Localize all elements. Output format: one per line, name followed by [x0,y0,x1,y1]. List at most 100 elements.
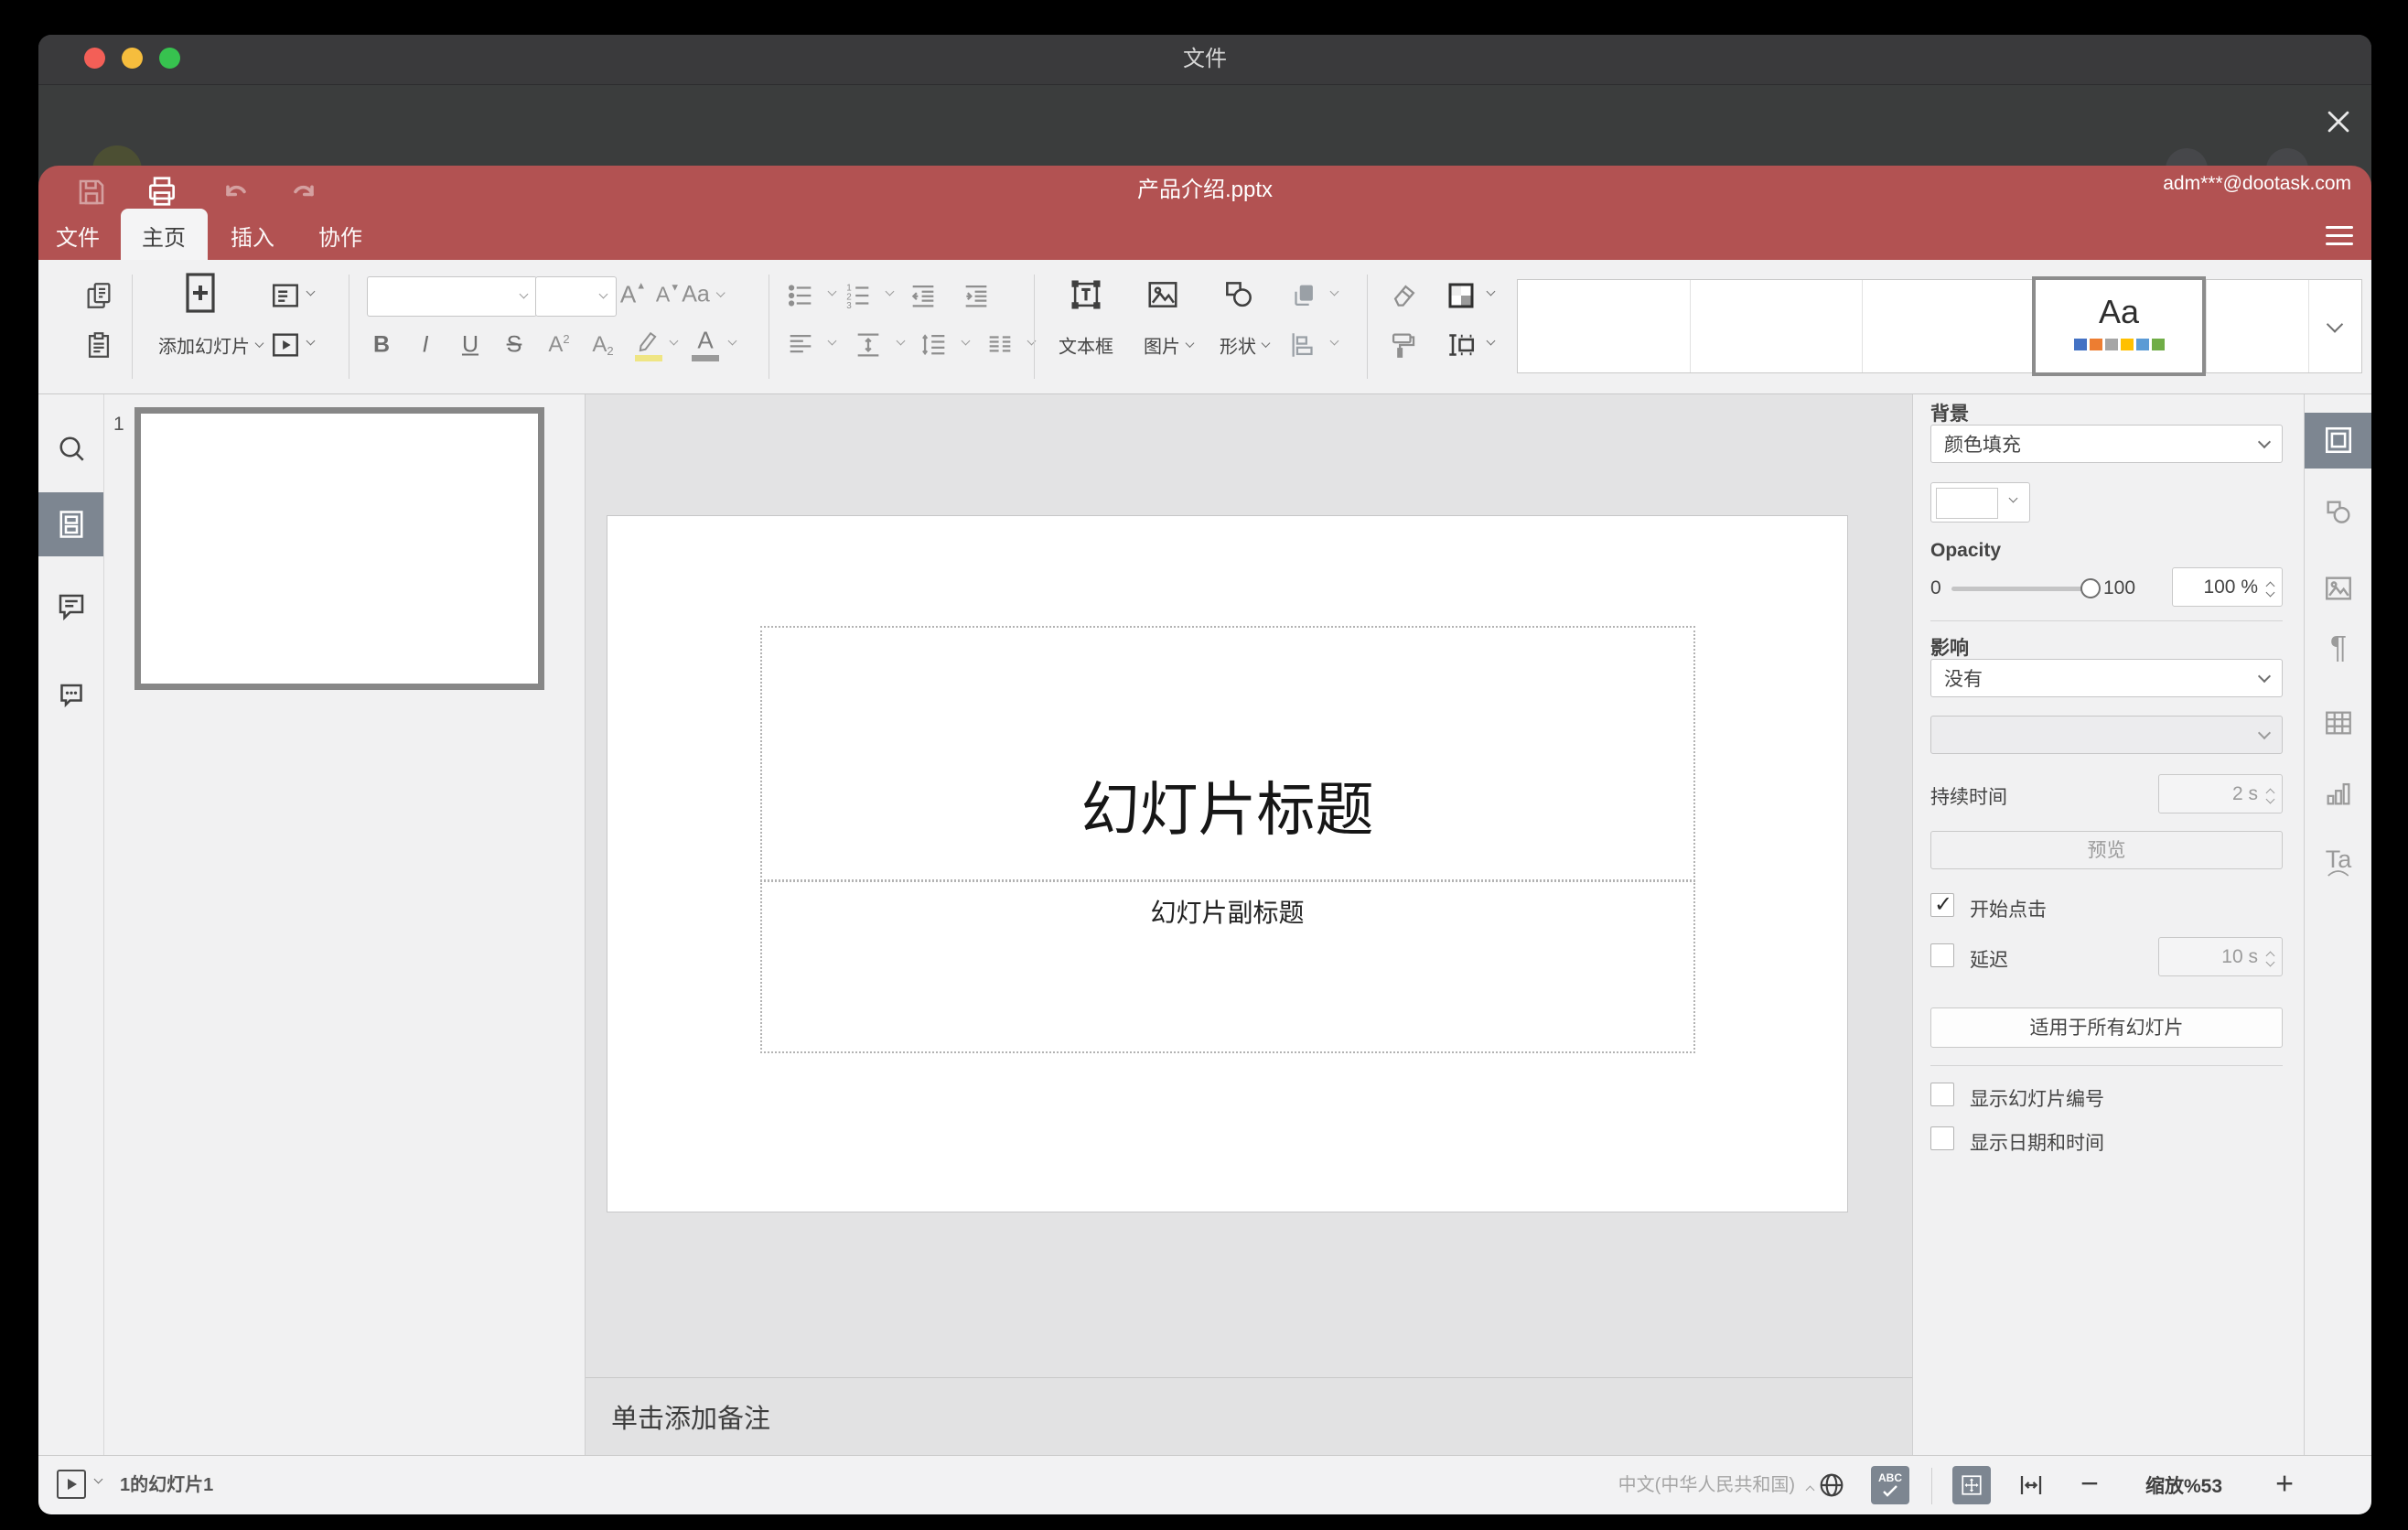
font-color-swatch [692,355,719,361]
increase-indent-icon[interactable] [961,280,992,311]
copy-icon[interactable] [83,280,114,311]
close-icon[interactable] [2323,106,2354,137]
background-label: 背景 [1930,404,1969,425]
tab-file[interactable]: 文件 [56,217,100,260]
shape-button[interactable]: 形状 [1220,332,1271,359]
chat-icon[interactable] [55,677,88,710]
font-name-select[interactable] [367,276,537,317]
show-slide-number-label: 显示幻灯片编号 [1970,1089,2104,1110]
language-button[interactable]: 中文(中华人民共和国) [1618,1456,1795,1514]
theme-option[interactable] [1862,280,2035,372]
macos-titlebar: 文件 [38,35,2371,85]
zoom-out-button[interactable]: − [2080,1467,2099,1503]
apply-to-all-slides-button[interactable]: 适用于所有幻灯片 [1930,1007,2283,1048]
copy-style-icon[interactable] [1387,329,1418,361]
slide-thumbnail[interactable] [134,407,544,690]
tab-insert[interactable]: 插入 [231,217,274,260]
start-slideshow-icon[interactable] [270,329,301,361]
fill-color-icon[interactable] [1445,279,1478,312]
bullet-list-icon[interactable] [785,280,816,311]
table-settings-icon[interactable] [2323,707,2354,738]
add-slide-button[interactable]: 添加幻灯片 [158,332,264,359]
chart-settings-icon[interactable] [2323,778,2354,809]
bold-icon[interactable]: B [373,332,390,359]
increase-font-icon[interactable]: A ▲ [620,280,646,309]
italic-icon[interactable]: I [423,332,429,359]
slide-settings-panel: 背景 颜色填充 Opacity 0 100 100 % 影响 没有 持续时间 2… [1912,393,2304,1455]
image-icon[interactable] [1145,277,1180,312]
slide-subtitle-text[interactable]: 幻灯片副标题 [607,893,1847,930]
opacity-slider-track[interactable] [1951,587,2091,591]
menu-icon[interactable] [2326,226,2353,246]
slides-panel-toggle-active[interactable] [38,492,103,556]
horizontal-align-icon[interactable] [785,329,816,361]
theme-color-chip [2120,339,2134,350]
tab-home[interactable]: 主页 [142,217,186,260]
effect-select[interactable]: 没有 [1930,659,2283,697]
line-spacing-icon[interactable] [919,329,950,361]
search-icon[interactable] [55,432,88,465]
delay-checkbox[interactable] [1930,943,1954,967]
slide-size-icon[interactable] [1445,329,1478,361]
arrange-icon[interactable] [1288,280,1319,311]
slide-layout-icon[interactable] [270,280,301,311]
spellcheck-toggle[interactable]: ABC [1871,1466,1909,1504]
shape-align-icon[interactable] [1288,329,1319,361]
subscript-icon[interactable]: A2 [592,332,613,358]
paste-icon[interactable] [83,329,114,361]
theme-color-chip [2151,339,2165,350]
slide-settings-tab-active[interactable] [2305,413,2371,469]
theme-option[interactable] [2206,280,2309,372]
paragraph-settings-icon[interactable]: ¶ [2330,630,2347,666]
highlight-color-icon[interactable] [634,328,661,355]
slide-settings-icon [2323,425,2354,456]
fill-type-select[interactable]: 颜色填充 [1930,425,2283,463]
opacity-max: 100 [2103,577,2136,598]
decrease-indent-icon[interactable] [908,280,939,311]
theme-color-chip [2073,339,2087,350]
shape-icon[interactable] [1221,277,1256,312]
strikethrough-icon[interactable]: S [507,332,522,359]
show-slide-number-checkbox[interactable] [1930,1083,1954,1106]
fill-color-swatch [1936,488,1998,519]
add-slide-icon[interactable] [178,271,222,315]
font-color-icon[interactable]: A [697,327,713,355]
theme-option[interactable] [1690,280,1863,372]
textbox-button[interactable]: 文本框 [1059,332,1113,359]
image-settings-icon[interactable] [2323,573,2354,604]
editor-header: 产品介绍.pptx adm***@dootask.com 文件 主页 插入 协作 [38,166,2371,260]
notes-area[interactable]: 单击添加备注 [586,1377,1912,1455]
columns-icon[interactable] [984,329,1016,361]
zoom-in-button[interactable]: + [2275,1467,2294,1503]
decrease-font-icon[interactable]: A ▼ [656,282,680,307]
comments-icon[interactable] [55,590,88,623]
clear-style-icon[interactable] [1389,280,1420,311]
textbox-icon[interactable] [1069,277,1103,312]
show-date-label: 显示日期和时间 [1970,1133,2104,1154]
fill-color-swatch-button[interactable] [1930,482,2030,523]
start-on-click-checkbox[interactable] [1930,891,1954,918]
superscript-icon[interactable]: A2 [548,332,569,358]
image-button[interactable]: 图片 [1144,332,1195,359]
opacity-value-spinbox[interactable]: 100 % [2172,567,2283,607]
slide-title-text[interactable]: 幻灯片标题 [607,763,1847,847]
globe-icon[interactable] [1817,1471,1846,1500]
change-case-icon[interactable]: Aa [682,282,726,308]
numbered-list-icon[interactable]: 123 [843,280,874,311]
font-size-select[interactable] [535,276,617,317]
show-date-checkbox[interactable] [1930,1126,1954,1150]
opacity-slider-handle[interactable] [2080,578,2101,598]
theme-color-chip [2104,339,2118,350]
vertical-align-icon[interactable] [853,329,884,361]
more-themes-icon[interactable] [2326,316,2344,333]
start-slideshow-status-icon[interactable] [57,1470,86,1499]
theme-option[interactable] [1518,280,1691,372]
tab-collaboration[interactable]: 协作 [318,217,362,260]
shape-settings-icon[interactable] [2323,497,2354,528]
fit-slide-toggle[interactable] [1952,1466,1991,1504]
slide[interactable]: 幻灯片标题 幻灯片副标题 [607,515,1848,1212]
fit-width-icon[interactable] [2017,1471,2045,1499]
textart-settings-icon[interactable]: Ta [2326,847,2351,877]
underline-icon[interactable]: U [462,332,478,359]
theme-option-selected[interactable]: Aa [2032,276,2206,376]
